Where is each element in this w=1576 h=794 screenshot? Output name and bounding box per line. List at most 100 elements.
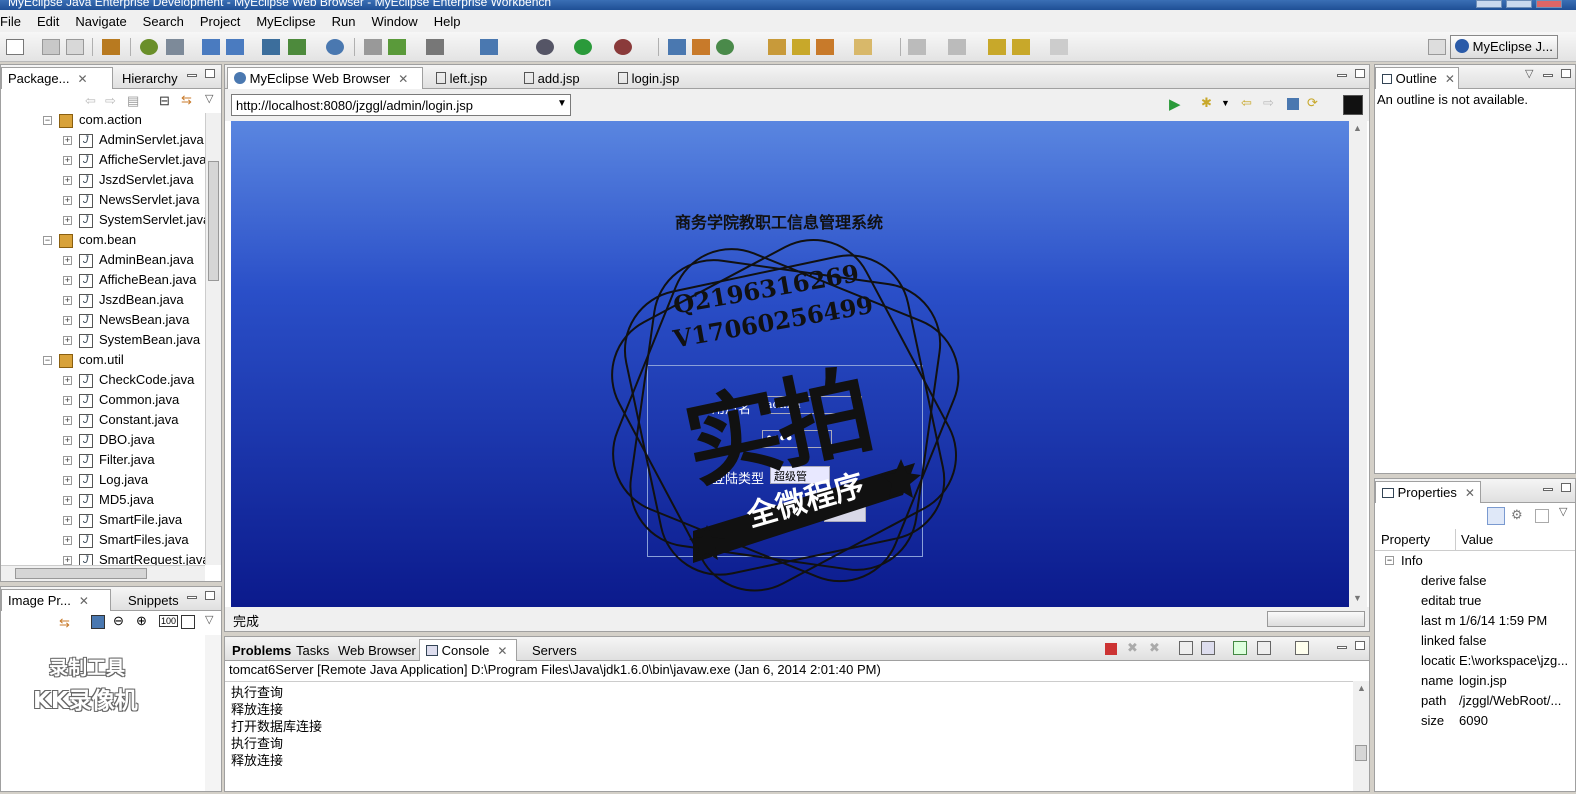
expand-icon[interactable]: + [63, 216, 72, 225]
actual-size-icon[interactable]: 100 [159, 615, 179, 627]
minimize-icon[interactable] [1543, 74, 1553, 77]
expand-icon[interactable]: + [63, 416, 72, 425]
maximize-icon[interactable] [1355, 641, 1365, 650]
tree-file-item[interactable]: + MD5.java [1, 491, 205, 511]
folder-icon[interactable] [768, 39, 786, 55]
tab-outline[interactable]: Outline ✕ [1375, 67, 1459, 89]
clear-console-icon[interactable] [1179, 641, 1193, 655]
tab-image-preview[interactable]: Image Pr... ✕ [1, 589, 111, 611]
tree-file-item[interactable]: + AdminServlet.java [1, 131, 205, 151]
expand-icon[interactable]: + [63, 556, 72, 565]
prev-annotation-icon[interactable] [948, 39, 966, 55]
scroll-down-icon[interactable]: ▼ [1353, 593, 1362, 603]
view-menu-icon[interactable]: ▽ [1525, 67, 1533, 80]
minimize-icon[interactable] [1337, 646, 1347, 649]
debug-server-icon[interactable] [140, 39, 158, 55]
expand-icon[interactable]: + [63, 256, 72, 265]
tab-hierarchy[interactable]: Hierarchy [115, 67, 185, 89]
tab-web-browser[interactable]: MyEclipse Web Browser ✕ [227, 67, 423, 89]
menu-help[interactable]: Help [426, 14, 469, 29]
minimize-icon[interactable] [1337, 74, 1347, 77]
tree-package-item[interactable]: − com.action [1, 113, 205, 131]
show-categories-icon[interactable] [1487, 507, 1505, 525]
tab-properties[interactable]: Properties ✕ [1375, 481, 1481, 503]
menu-edit[interactable]: Edit [29, 14, 67, 29]
minimize-icon[interactable] [187, 74, 197, 77]
property-row[interactable]: linked false [1375, 631, 1575, 651]
maximize-icon[interactable] [1355, 69, 1365, 78]
tab-servers[interactable]: Servers [525, 639, 584, 661]
close-icon[interactable]: ✕ [79, 594, 89, 608]
expand-icon[interactable]: + [63, 396, 72, 405]
expand-icon[interactable]: + [63, 376, 72, 385]
browser-vscrollbar[interactable]: ▲ ▼ [1349, 121, 1367, 607]
tree-file-item[interactable]: + JszdBean.java [1, 291, 205, 311]
close-icon[interactable]: ✕ [1445, 72, 1455, 86]
tree-file-item[interactable]: + CheckCode.java [1, 371, 205, 391]
maximize-icon[interactable] [205, 69, 215, 78]
tree-package-item[interactable]: − com.util [1, 351, 205, 371]
tree-file-item[interactable]: + NewsBean.java [1, 311, 205, 331]
back-icon[interactable]: ⇦ [1241, 95, 1252, 111]
expand-icon[interactable]: + [63, 156, 72, 165]
favorites-icon[interactable]: ✱ [1201, 95, 1212, 111]
fit-icon[interactable] [181, 615, 195, 629]
property-row[interactable]: derive false [1375, 571, 1575, 591]
open-type-icon[interactable] [668, 39, 686, 55]
tab-login-jsp[interactable]: login.jsp [611, 67, 707, 89]
tree-file-item[interactable]: + Common.java [1, 391, 205, 411]
run-config-icon[interactable] [364, 39, 382, 55]
tree-file-item[interactable]: + SmartFiles.java [1, 531, 205, 551]
tree-vscrollbar[interactable] [205, 113, 221, 565]
collapse-all-icon[interactable]: ⊟ [159, 93, 170, 109]
expand-icon[interactable]: + [63, 476, 72, 485]
maximize-icon[interactable] [1561, 483, 1571, 492]
scroll-lock-icon[interactable] [1201, 641, 1215, 655]
tree-file-item[interactable]: + AfficheBean.java [1, 271, 205, 291]
expand-icon[interactable]: + [63, 456, 72, 465]
maximize-icon[interactable] [205, 591, 215, 600]
collapse-icon[interactable]: − [1385, 556, 1394, 565]
save-icon[interactable] [42, 39, 60, 55]
stop-icon[interactable] [1287, 98, 1299, 110]
close-window-button[interactable] [1536, 0, 1562, 8]
go-icon[interactable]: ▶ [1169, 95, 1181, 113]
show-advanced-icon[interactable]: ⚙ [1511, 507, 1523, 523]
open-folder-icon[interactable] [854, 39, 872, 55]
minimize-icon[interactable] [1543, 488, 1553, 491]
refresh-icon[interactable]: ⟳ [1307, 95, 1318, 111]
pin-console-icon[interactable] [1233, 641, 1247, 655]
tree-file-item[interactable]: + SystemServlet.java [1, 211, 205, 231]
expand-icon[interactable]: + [63, 336, 72, 345]
perspective-button[interactable]: MyEclipse J... [1450, 35, 1558, 59]
property-row[interactable]: size 6090 [1375, 711, 1575, 731]
menu-search[interactable]: Search [135, 14, 192, 29]
scroll-up-icon[interactable]: ▲ [1357, 683, 1366, 693]
expand-icon[interactable]: + [63, 276, 72, 285]
tree-file-item[interactable]: + JszdServlet.java [1, 171, 205, 191]
tab-web-browser-view[interactable]: Web Browser [331, 639, 423, 661]
screen-icon[interactable] [426, 39, 444, 55]
tab-tasks[interactable]: Tasks [289, 639, 336, 661]
expand-icon[interactable]: + [63, 536, 72, 545]
globe-icon[interactable] [326, 39, 344, 55]
property-row[interactable]: path/jzggl/WebRoot/... [1375, 691, 1575, 711]
zoom-out-icon[interactable]: ⊖ [113, 613, 124, 629]
bug-icon[interactable] [536, 39, 554, 55]
new-icon[interactable] [6, 39, 24, 55]
image-icon[interactable] [91, 615, 105, 629]
tree-file-item[interactable]: + SmartFile.java [1, 511, 205, 531]
maximize-button[interactable] [1506, 0, 1532, 8]
next-annotation-icon[interactable] [908, 39, 926, 55]
doc-icon[interactable] [480, 39, 498, 55]
add-icon[interactable] [288, 39, 306, 55]
tab-problems[interactable]: Problems [225, 639, 298, 661]
expand-icon[interactable]: + [63, 316, 72, 325]
maximize-icon[interactable] [1561, 69, 1571, 78]
expand-icon[interactable]: + [63, 516, 72, 525]
menu-run[interactable]: Run [324, 14, 364, 29]
sync-icon[interactable]: ⇆ [59, 615, 70, 631]
forward-icon[interactable]: ⇨ [105, 93, 116, 109]
close-icon[interactable]: ✕ [497, 644, 507, 658]
tree-file-item[interactable]: + AdminBean.java [1, 251, 205, 271]
